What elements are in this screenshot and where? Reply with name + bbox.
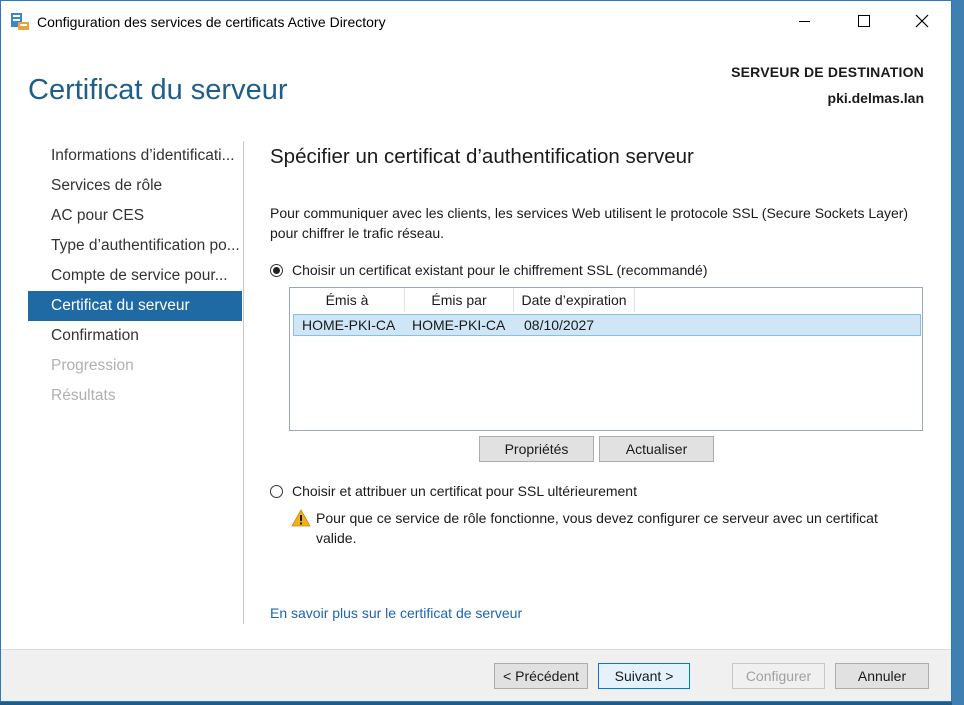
wizard-footer: < Précédent Suivant > Configurer Annuler	[1, 649, 951, 701]
nav-item-results: Résultats	[51, 387, 116, 404]
description-text: Pour communiquer avec les clients, les s…	[270, 205, 909, 241]
maximize-icon	[858, 15, 870, 27]
column-expiration-date[interactable]: Date d’expiration	[514, 288, 635, 312]
nav-item-progress: Progression	[51, 357, 134, 374]
nav-divider	[243, 141, 244, 624]
cell-issued-by: HOME-PKI-CA	[412, 317, 506, 333]
server-manager-icon	[11, 13, 29, 30]
section-title: Spécifier un certificat d’authentificati…	[270, 145, 694, 168]
configure-button: Configurer	[732, 663, 825, 689]
warning-text: Pour que ce service de rôle fonctionne, …	[316, 510, 878, 546]
nav-item-confirmation[interactable]: Confirmation	[28, 321, 242, 351]
column-issued-to[interactable]: Émis à	[290, 288, 405, 312]
certificate-list[interactable]: Émis à Émis par Date d’expiration HOME-P…	[289, 287, 923, 431]
destination-server-label: SERVEUR DE DESTINATION	[731, 64, 924, 80]
cell-expiration-date: 08/10/2027	[524, 317, 595, 333]
destination-server-value: pki.delmas.lan	[827, 90, 924, 106]
minimize-icon	[798, 20, 810, 22]
warning-icon	[291, 509, 311, 527]
page-title: Certificat du serveur	[28, 74, 288, 106]
nav-item-identification[interactable]: Informations d’identificati...	[28, 141, 242, 171]
close-icon	[915, 14, 929, 28]
radio-existing-certificate[interactable]	[270, 263, 283, 277]
option-assign-later[interactable]: Choisir et attribuer un certificat pour …	[270, 483, 637, 499]
cell-issued-to: HOME-PKI-CA	[302, 317, 396, 333]
window-title: Configuration des services de certificat…	[37, 14, 386, 30]
option-existing-certificate[interactable]: Choisir un certificat existant pour le c…	[270, 262, 708, 278]
nav-item-ca-for-ces[interactable]: AC pour CES	[28, 201, 242, 231]
radio-assign-later[interactable]	[270, 484, 283, 498]
desktop-background	[952, 0, 964, 705]
refresh-button[interactable]: Actualiser	[599, 436, 714, 462]
warning-message: Pour que ce service de rôle fonctionne, …	[291, 508, 921, 548]
cancel-button[interactable]: Annuler	[835, 663, 929, 689]
wizard-header: Certificat du serveur SERVEUR DE DESTINA…	[1, 41, 951, 131]
minimize-button[interactable]	[781, 1, 827, 41]
close-button[interactable]	[899, 1, 945, 41]
table-row[interactable]: HOME-PKI-CA HOME-PKI-CA 08/10/2027	[293, 314, 921, 336]
nav-item-role-services[interactable]: Services de rôle	[28, 171, 242, 201]
wizard-window: Configuration des services de certificat…	[0, 0, 952, 702]
wizard-content: Informations d’identificati... Services …	[1, 131, 951, 649]
option-existing-label: Choisir un certificat existant pour le c…	[292, 262, 708, 278]
properties-button[interactable]: Propriétés	[479, 436, 594, 462]
column-issued-by[interactable]: Émis par	[405, 288, 514, 312]
certificate-list-header: Émis à Émis par Date d’expiration	[290, 288, 922, 312]
previous-button[interactable]: < Précédent	[494, 663, 588, 689]
option-later-label: Choisir et attribuer un certificat pour …	[292, 483, 637, 499]
maximize-button[interactable]	[841, 1, 887, 41]
nav-item-service-account[interactable]: Compte de service pour...	[28, 261, 242, 291]
next-button[interactable]: Suivant >	[598, 663, 690, 689]
learn-more-link[interactable]: En savoir plus sur le certificat de serv…	[270, 605, 522, 621]
title-bar[interactable]: Configuration des services de certificat…	[1, 1, 951, 41]
wizard-nav: Informations d’identificati... Services …	[28, 141, 242, 411]
nav-item-authentication-type[interactable]: Type d’authentification po...	[28, 231, 242, 261]
nav-item-server-certificate[interactable]: Certificat du serveur	[28, 291, 242, 321]
